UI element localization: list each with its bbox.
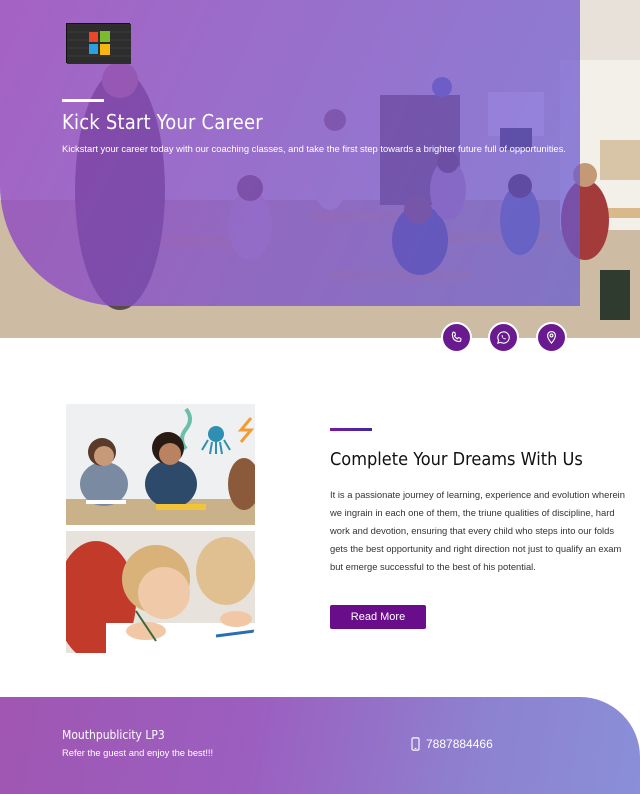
footer: Mouthpublicity LP3 Refer the guest and e… — [0, 697, 640, 794]
footer-phone-link[interactable]: 7887884466 — [411, 737, 493, 751]
about-title-rule — [330, 428, 372, 431]
windows-logo-icon — [67, 24, 131, 64]
call-button[interactable] — [441, 322, 472, 353]
whatsapp-button[interactable] — [488, 322, 519, 353]
footer-phone-number: 7887884466 — [426, 737, 493, 751]
child-writing-photo-frame — [66, 531, 255, 653]
whatsapp-icon — [497, 331, 510, 344]
about-paragraph: It is a passionate journey of learning, … — [330, 489, 625, 572]
students-at-desk-photo — [66, 404, 255, 525]
hero-title: Kick Start Your Career — [62, 110, 263, 134]
footer-tagline: Refer the guest and enjoy the best!!! — [62, 747, 214, 758]
footer-brand-name: Mouthpublicity LP3 — [62, 728, 165, 742]
location-button[interactable] — [536, 322, 567, 353]
hero-subtitle: Kickstart your career today with our coa… — [62, 143, 566, 154]
location-pin-icon — [546, 330, 557, 345]
phone-icon — [451, 331, 462, 343]
about-title: Complete Your Dreams With Us — [330, 449, 583, 470]
mobile-phone-icon — [411, 737, 420, 751]
child-writing-photo — [66, 531, 255, 653]
read-more-button[interactable]: Read More — [330, 605, 426, 629]
brand-logo[interactable] — [66, 23, 131, 64]
hero-section: Kick Start Your Career Kickstart your ca… — [0, 0, 640, 338]
hero-title-rule — [62, 99, 104, 102]
